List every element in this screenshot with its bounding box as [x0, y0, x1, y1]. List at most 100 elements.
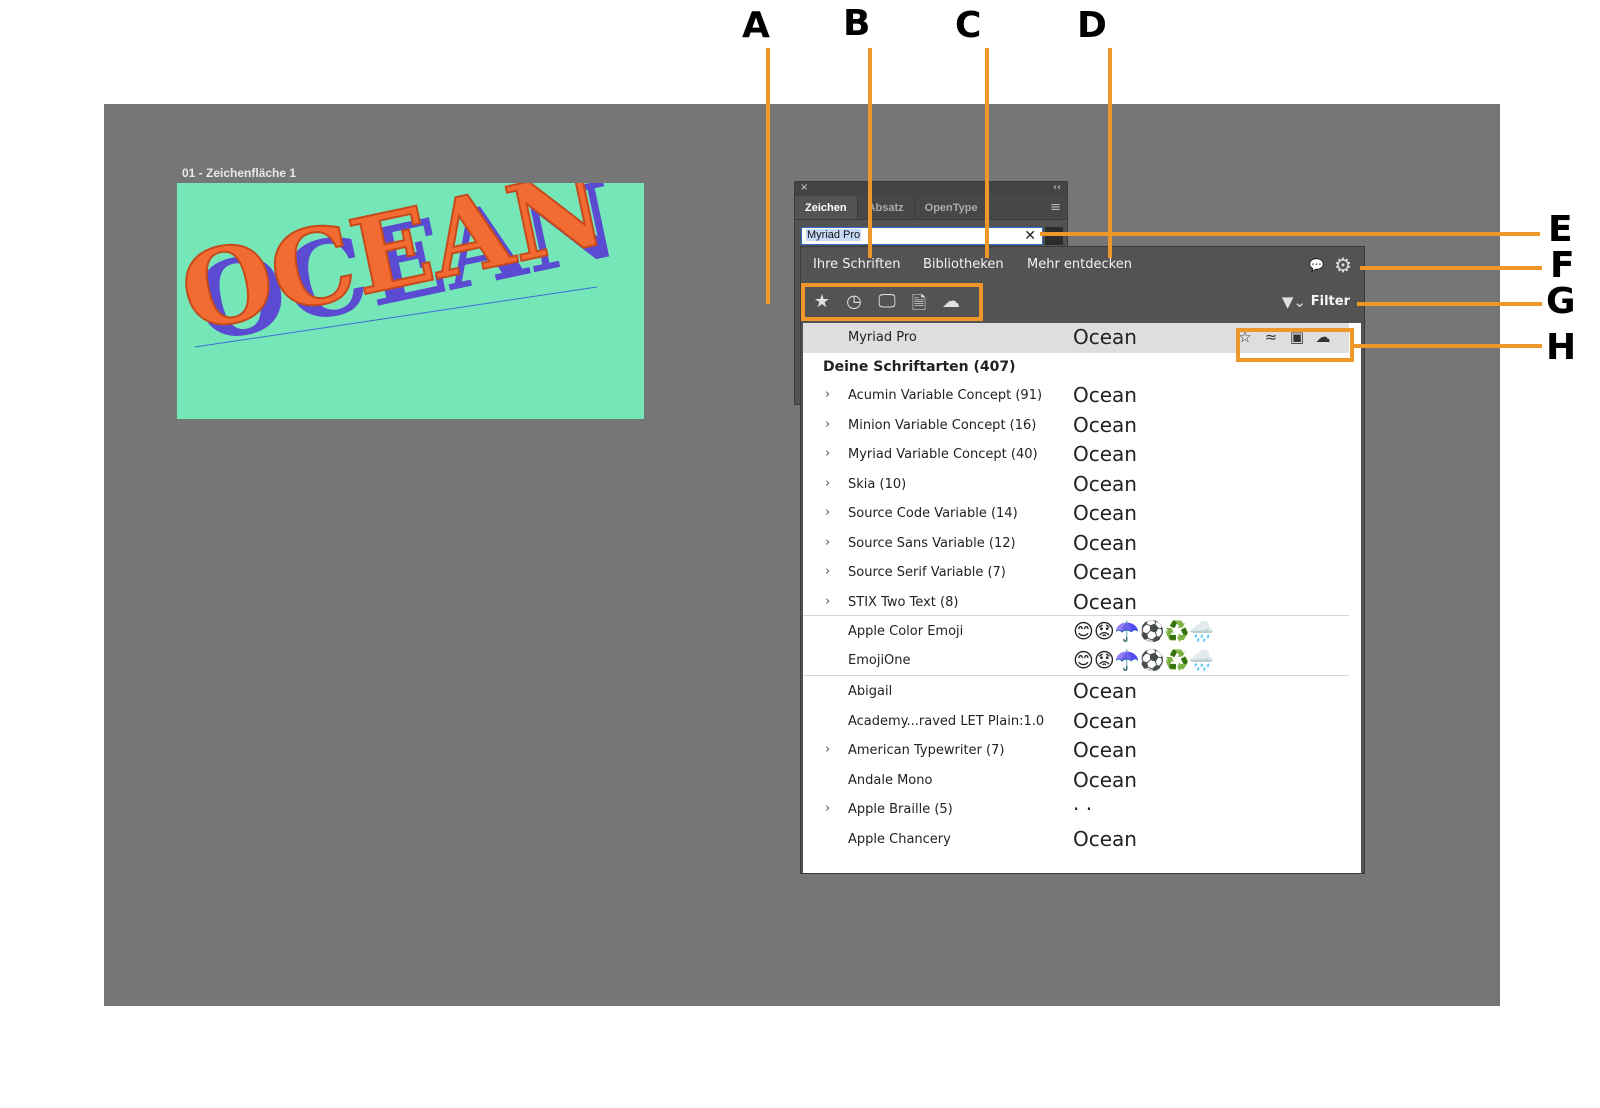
- font-sample: · ·: [1073, 797, 1093, 821]
- tab-bibliotheken[interactable]: Bibliotheken: [923, 257, 1004, 272]
- font-name: Academy...raved LET Plain:1.0: [848, 713, 1045, 729]
- font-row[interactable]: › STIX Two Text (8) Ocean: [803, 588, 1349, 618]
- font-row[interactable]: Academy...raved LET Plain:1.0 Ocean: [803, 707, 1349, 737]
- font-row[interactable]: Apple Color Emoji 😊😟☂️⚽♻️🌧️: [803, 617, 1349, 647]
- tab-zeichen[interactable]: Zeichen: [795, 196, 858, 219]
- font-name: Source Serif Variable (7): [848, 565, 1006, 580]
- font-row[interactable]: › Apple Braille (5) · ·: [803, 795, 1349, 825]
- callout-line-h: [1354, 344, 1542, 348]
- chevron-right-icon[interactable]: ›: [825, 505, 830, 520]
- font-row[interactable]: › American Typewriter (7) Ocean: [803, 736, 1349, 766]
- gear-icon[interactable]: ⚙: [1334, 253, 1352, 277]
- chevron-right-icon[interactable]: ›: [825, 535, 830, 550]
- font-row[interactable]: Andale Mono Ocean: [803, 766, 1349, 796]
- callout-c: C: [955, 5, 982, 46]
- font-row[interactable]: › Source Serif Variable (7) Ocean: [803, 558, 1349, 588]
- font-sample: Ocean: [1073, 589, 1137, 614]
- font-sample: Ocean: [1073, 383, 1137, 407]
- font-input-value: Myriad Pro: [806, 229, 862, 241]
- font-name: American Typewriter (7): [848, 743, 1005, 758]
- font-sample: Ocean: [1073, 767, 1137, 792]
- callout-box-h: [1236, 328, 1354, 362]
- section-header: Deine Schriftarten (407): [823, 359, 1016, 375]
- callout-box-a: [801, 283, 983, 321]
- font-sample: Ocean: [1073, 679, 1137, 703]
- chevron-right-icon[interactable]: ›: [825, 801, 830, 816]
- font-name: EmojiOne: [848, 653, 911, 668]
- font-row[interactable]: › Source Code Variable (14) Ocean: [803, 499, 1349, 529]
- close-icon[interactable]: ×: [800, 182, 808, 193]
- font-name: Myriad Pro: [848, 330, 917, 345]
- font-name: STIX Two Text (8): [848, 594, 959, 610]
- font-sample: Ocean: [1073, 708, 1137, 733]
- chevron-right-icon[interactable]: ›: [825, 742, 830, 757]
- font-sample: 😊😟☂️⚽♻️🌧️: [1073, 648, 1215, 672]
- font-sample: Ocean: [1073, 738, 1137, 762]
- font-sample: Ocean: [1073, 826, 1137, 851]
- divider: [803, 615, 1349, 616]
- callout-d: D: [1077, 5, 1107, 46]
- scrollbar[interactable]: [1349, 327, 1359, 867]
- chevron-right-icon[interactable]: ›: [825, 446, 830, 461]
- callout-line-c: [985, 48, 989, 258]
- font-name: Apple Chancery: [848, 831, 951, 847]
- font-row[interactable]: › Minion Variable Concept (16) Ocean: [803, 411, 1349, 441]
- font-name: Skia (10): [848, 476, 907, 492]
- font-name: Source Code Variable (14): [848, 506, 1018, 521]
- clear-icon[interactable]: ✕: [1024, 227, 1036, 244]
- chevron-right-icon[interactable]: ›: [825, 564, 830, 579]
- font-row[interactable]: Abigail Ocean: [803, 677, 1349, 707]
- callout-a: A: [742, 5, 770, 46]
- collapse-icon[interactable]: ‹‹: [1053, 182, 1061, 193]
- font-row[interactable]: › Skia (10) Ocean: [803, 470, 1349, 500]
- font-row[interactable]: › Source Sans Variable (12) Ocean: [803, 529, 1349, 559]
- font-name: Apple Braille (5): [848, 802, 953, 817]
- chevron-right-icon[interactable]: ›: [825, 417, 830, 432]
- callout-line-e: [1040, 232, 1540, 236]
- tab-mehr-entdecken[interactable]: Mehr entdecken: [1027, 257, 1132, 272]
- font-name: Andale Mono: [848, 772, 933, 788]
- font-row[interactable]: Apple Chancery Ocean: [803, 825, 1349, 855]
- font-row[interactable]: › Acumin Variable Concept (91) Ocean: [803, 381, 1349, 411]
- chevron-right-icon[interactable]: ›: [825, 594, 830, 609]
- font-sample: Ocean: [1073, 442, 1137, 466]
- panel-topbar: × ‹‹: [795, 182, 1067, 196]
- font-list[interactable]: Myriad Pro Ocean ☆ ≈ ▣ ☁ Deine Schriftar…: [803, 323, 1361, 873]
- font-dropdown-button[interactable]: [1045, 227, 1063, 245]
- feedback-icon[interactable]: 💬: [1309, 258, 1324, 272]
- font-sample: Ocean: [1073, 471, 1137, 496]
- font-name: Acumin Variable Concept (91): [848, 388, 1043, 403]
- chevron-right-icon[interactable]: ›: [825, 387, 830, 402]
- filter-button[interactable]: Filter: [1311, 294, 1350, 309]
- tab-opentype[interactable]: OpenType: [915, 196, 989, 219]
- callout-line-a: [766, 48, 770, 304]
- font-sample: Ocean: [1073, 412, 1137, 437]
- callout-line-d: [1108, 48, 1112, 258]
- font-sample: Ocean: [1073, 501, 1137, 525]
- font-sample: Ocean: [1073, 560, 1137, 584]
- font-sample: 😊😟☂️⚽♻️🌧️: [1073, 619, 1215, 643]
- tab-absatz[interactable]: Absatz: [858, 196, 915, 219]
- font-row[interactable]: › Myriad Variable Concept (40) Ocean: [803, 440, 1349, 470]
- filter-funnel-icon[interactable]: ▼⌄: [1282, 293, 1306, 311]
- font-name: Myriad Variable Concept (40): [848, 447, 1038, 462]
- panel-menu-icon[interactable]: ≡: [1050, 200, 1061, 215]
- font-search-input[interactable]: Myriad Pro ✕: [801, 227, 1043, 245]
- font-name: Source Sans Variable (12): [848, 535, 1016, 551]
- font-name: Apple Color Emoji: [848, 624, 964, 639]
- font-name: Abigail: [848, 684, 893, 699]
- tab-ihre-schriften[interactable]: Ihre Schriften: [813, 257, 901, 272]
- font-row[interactable]: EmojiOne 😊😟☂️⚽♻️🌧️: [803, 646, 1349, 676]
- font-name: Minion Variable Concept (16): [848, 417, 1037, 433]
- font-popup-tabs: Ihre Schriften Bibliotheken Mehr entdeck…: [801, 247, 1364, 285]
- artboard[interactable]: OCEAN OCEAN: [177, 183, 644, 419]
- ocean-text: OCEAN: [177, 183, 615, 355]
- artboard-label: 01 - Zeichenfläche 1: [182, 166, 297, 180]
- callout-line-g: [1357, 302, 1542, 306]
- chevron-right-icon[interactable]: ›: [825, 476, 830, 491]
- font-sample: Ocean: [1073, 325, 1137, 349]
- ocean-artwork: OCEAN OCEAN: [177, 183, 628, 367]
- font-sample: Ocean: [1073, 530, 1137, 555]
- character-panel-tabs: Zeichen Absatz OpenType: [795, 196, 1067, 220]
- divider: [803, 675, 1349, 676]
